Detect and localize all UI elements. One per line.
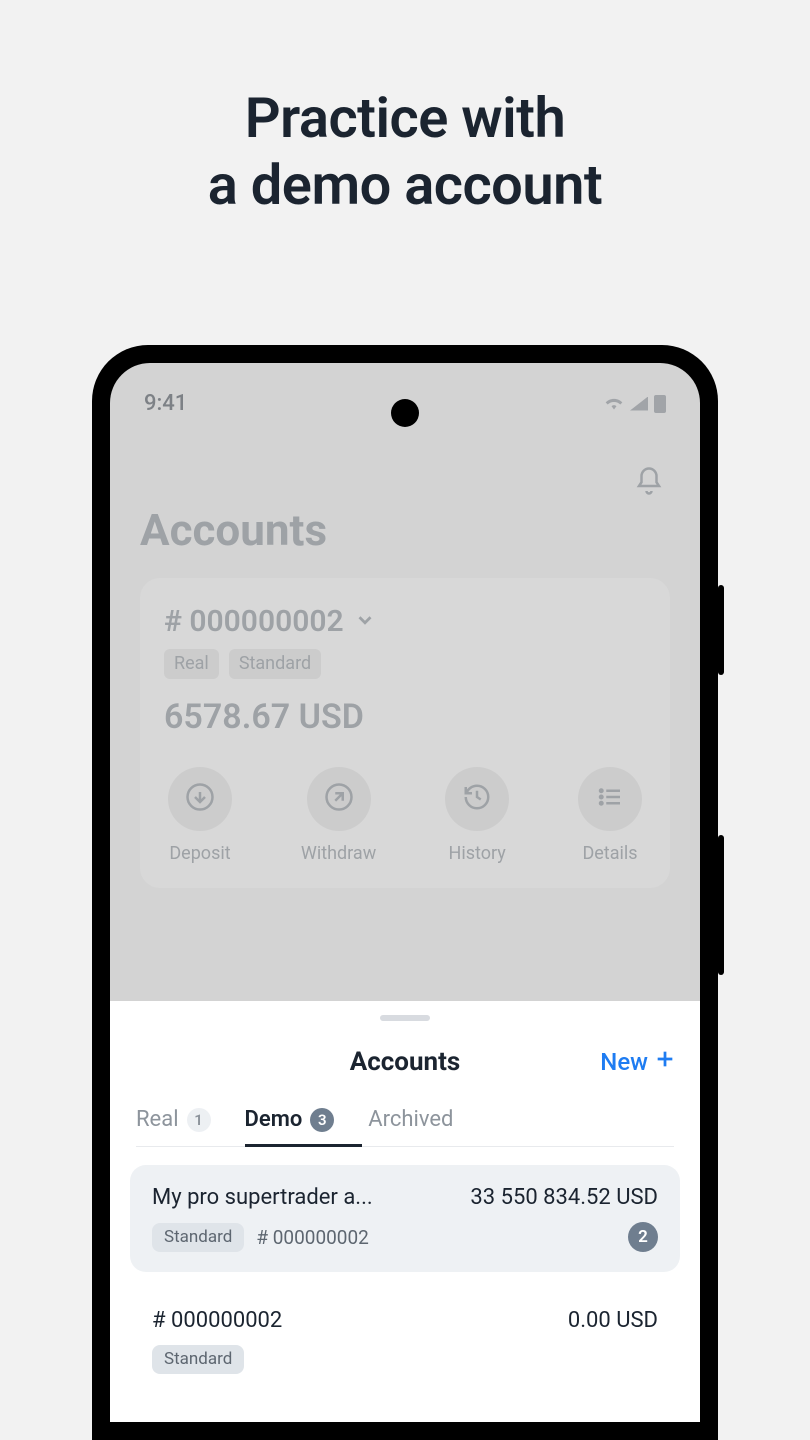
tab-label: Archived: [368, 1107, 453, 1132]
signal-icon: [630, 397, 648, 411]
chip-real: Real: [164, 649, 219, 679]
arrow-up-right-circle-icon: [324, 782, 354, 817]
notification-count-badge: 2: [628, 1222, 658, 1252]
action-label: History: [448, 843, 505, 864]
accounts-sheet: Accounts New Real 1 Demo 3: [110, 1001, 700, 1422]
tab-archived[interactable]: Archived: [368, 1107, 453, 1146]
list-item[interactable]: My pro supertrader a... 33 550 834.52 US…: [130, 1165, 680, 1272]
new-label: New: [600, 1048, 648, 1076]
plus-icon: [654, 1048, 676, 1076]
device-side-button: [718, 835, 724, 975]
account-amount: 33 550 834.52 USD: [470, 1185, 658, 1210]
status-time: 9:41: [144, 391, 187, 416]
account-amount: 0.00 USD: [568, 1308, 658, 1333]
promo-headline: Practice with a demo account: [0, 85, 810, 219]
list-icon: [595, 782, 625, 817]
list-item[interactable]: # 000000002 0.00 USD Standard: [130, 1288, 680, 1394]
account-balance: 6578.67 USD: [164, 697, 646, 737]
device-side-button: [718, 585, 724, 675]
tab-label: Real: [136, 1107, 179, 1132]
account-name: # 000000002: [152, 1308, 282, 1333]
tab-label: Demo: [245, 1107, 303, 1132]
tab-count: 1: [187, 1108, 211, 1132]
action-label: Deposit: [169, 843, 230, 864]
phone-screen: 9:41 Accounts # 000000002: [110, 363, 700, 1422]
tab-count: 3: [310, 1108, 334, 1132]
history-icon: [462, 782, 492, 817]
action-label: Details: [582, 843, 637, 864]
tab-demo[interactable]: Demo 3: [245, 1107, 335, 1146]
account-number: # 000000002: [256, 1226, 369, 1249]
withdraw-button[interactable]: Withdraw: [301, 767, 376, 864]
tab-real[interactable]: Real 1: [136, 1107, 211, 1146]
front-camera: [391, 399, 419, 427]
headline-line1: Practice with: [245, 85, 565, 151]
headline-line2: a demo account: [208, 152, 602, 218]
account-tabs: Real 1 Demo 3 Archived: [136, 1107, 674, 1147]
page-title: Accounts: [140, 504, 670, 556]
wifi-icon: [604, 391, 624, 416]
phone-frame: 9:41 Accounts # 000000002: [92, 345, 718, 1440]
chevron-down-icon: [354, 604, 376, 639]
chip-account-type: Standard: [229, 649, 321, 679]
account-number: # 000000002: [164, 604, 344, 639]
account-name: My pro supertrader a...: [152, 1185, 373, 1210]
arrow-down-circle-icon: [185, 782, 215, 817]
chip-account-type: Standard: [152, 1223, 244, 1252]
account-selector[interactable]: # 000000002: [164, 604, 646, 639]
details-button[interactable]: Details: [578, 767, 642, 864]
current-account-card: # 000000002 Real Standard 6578.67 USD: [140, 578, 670, 888]
chip-account-type: Standard: [152, 1345, 244, 1374]
battery-icon: [654, 395, 666, 413]
sheet-grabber[interactable]: [380, 1015, 430, 1021]
history-button[interactable]: History: [445, 767, 509, 864]
new-account-button[interactable]: New: [600, 1048, 676, 1076]
deposit-button[interactable]: Deposit: [168, 767, 232, 864]
bell-icon[interactable]: [634, 466, 664, 500]
action-label: Withdraw: [301, 843, 376, 864]
sheet-title: Accounts: [350, 1047, 461, 1077]
